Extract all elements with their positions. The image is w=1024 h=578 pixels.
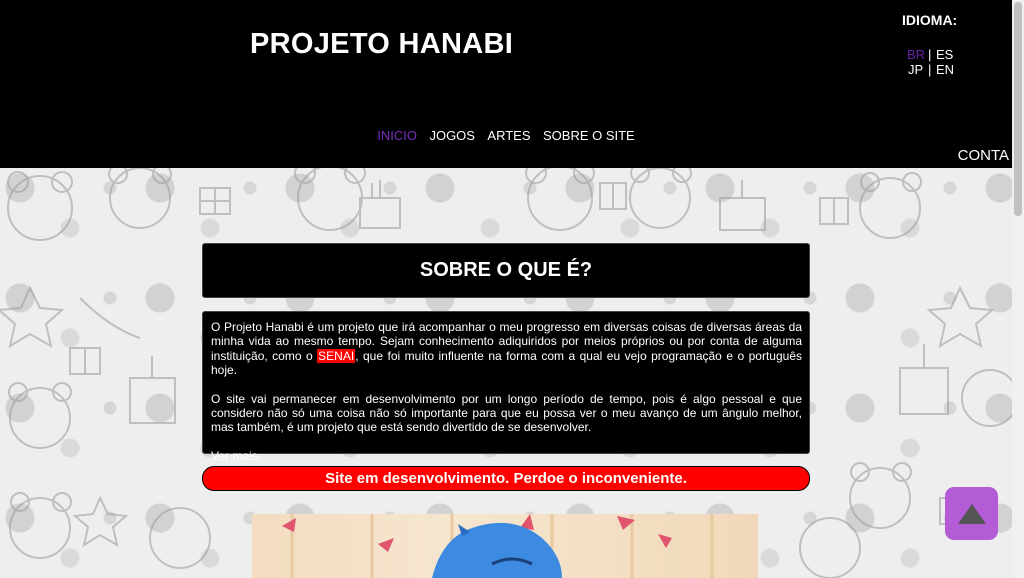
language-separator: | <box>928 62 932 77</box>
nav-item-sobre-o-site[interactable]: SOBRE O SITE <box>543 128 635 143</box>
language-es-link[interactable]: ES <box>936 47 953 62</box>
site-header: PROJETO HANABI IDIOMA: BR | ES JP | EN I… <box>0 0 1012 168</box>
nav-item-inicio[interactable]: INICIO <box>377 128 417 143</box>
language-br-link[interactable]: BR <box>907 47 925 62</box>
development-banner: Site em desenvolvimento. Perdoe o inconv… <box>202 466 810 491</box>
section-title: SOBRE O QUE É? <box>202 243 810 298</box>
senai-highlight: SENAI <box>317 348 356 363</box>
triangle-up-icon <box>957 503 986 524</box>
language-title: IDIOMA: <box>902 12 958 28</box>
language-jp-link[interactable]: JP <box>908 62 923 77</box>
about-text-card: O Projeto Hanabi é um projeto que irá ac… <box>202 311 810 463</box>
scroll-top-button[interactable] <box>945 487 998 540</box>
scrollbar-thumb[interactable] <box>1014 2 1022 216</box>
about-paragraph-1: O Projeto Hanabi é um projeto que irá ac… <box>211 320 802 378</box>
nav-item-artes[interactable]: ARTES <box>487 128 530 143</box>
about-paragraph-2: O site vai permanecer em desenvolvimento… <box>211 391 802 435</box>
artwork-illustration <box>282 514 714 578</box>
account-link[interactable]: CONTA <box>958 147 1009 164</box>
read-more-link[interactable]: Ver mais. <box>211 449 802 463</box>
nav-item-jogos[interactable]: JOGOS <box>429 128 475 143</box>
main-nav: INICIO JOGOS ARTES SOBRE O SITE <box>0 127 1012 145</box>
language-en-link[interactable]: EN <box>936 62 954 77</box>
site-title[interactable]: PROJETO HANABI <box>250 28 513 61</box>
artwork-image <box>252 514 758 578</box>
language-separator: | <box>928 47 932 62</box>
page-scrollbar[interactable] <box>1012 0 1024 578</box>
